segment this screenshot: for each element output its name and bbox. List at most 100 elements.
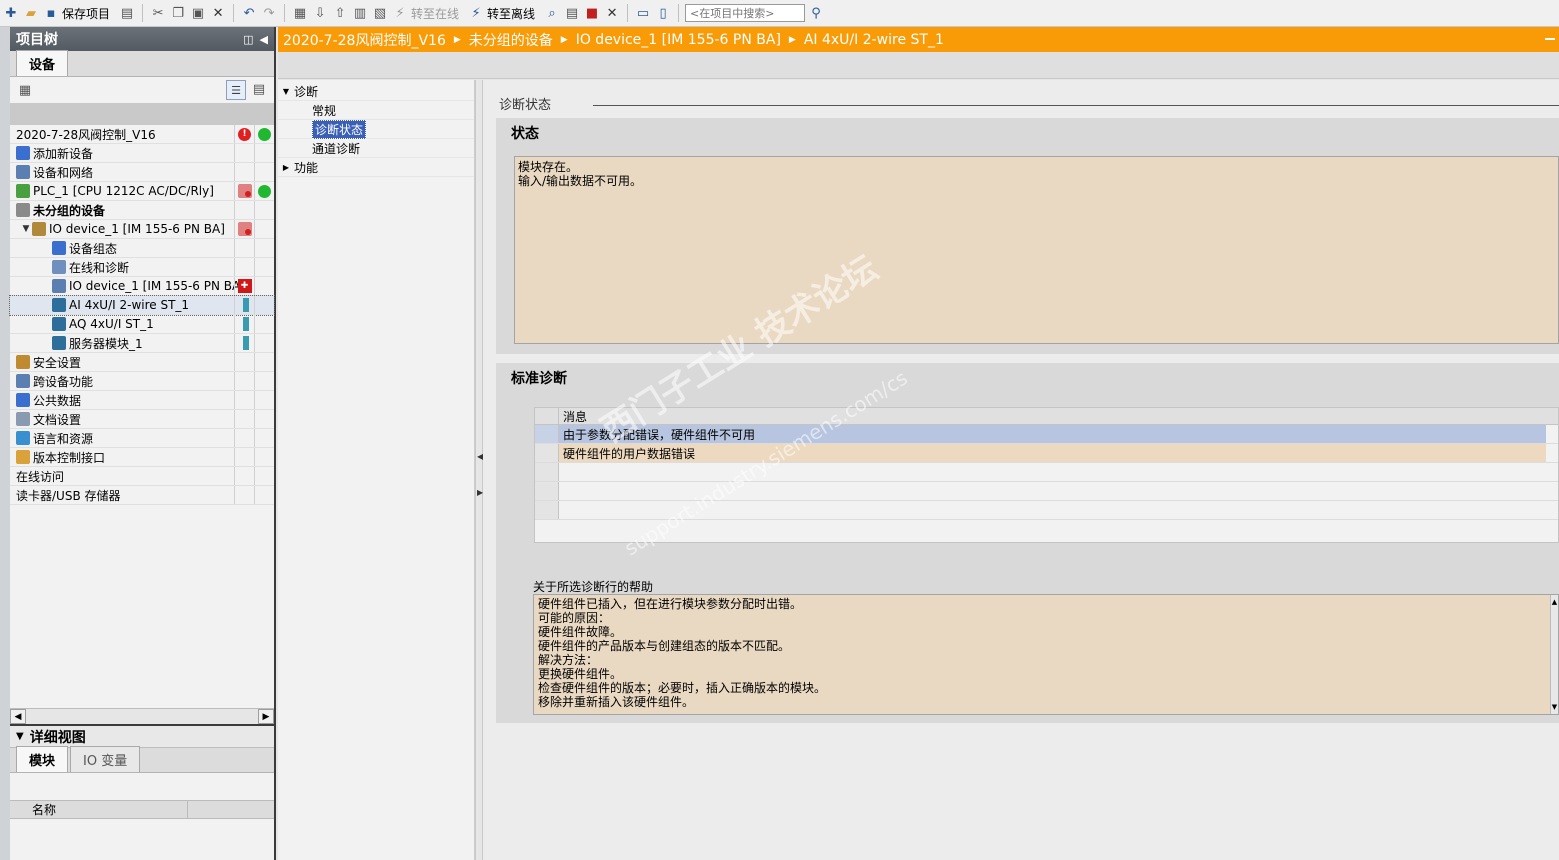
copy-icon[interactable]: ❐ [169,4,187,22]
scroll-left-icon[interactable]: ◀ [10,709,26,724]
go-online-icon[interactable]: ⚡ [391,4,409,22]
module-icon [52,298,66,312]
tree-item-device-config[interactable]: 设备组态 [10,239,274,258]
cut-icon[interactable]: ✂ [149,4,167,22]
tab-module[interactable]: 模块 [16,746,69,772]
tree-settings-icon[interactable]: ▦ [16,81,34,99]
device-error-icon [237,184,252,198]
table-row[interactable] [535,463,1558,482]
tree-details-icon[interactable]: ▤ [250,80,268,98]
download-icon[interactable]: ⇩ [311,4,329,22]
tree-item-aq-module[interactable]: AQ 4xU/I ST_1 [10,315,274,334]
column-message-header[interactable]: 消息 [559,408,587,424]
start-sim-icon[interactable]: ▧ [371,4,389,22]
minimize-icon[interactable] [1545,38,1555,40]
tree-item-io-device-module[interactable]: IO device_1 [IM 155-6 PN BA] ✚ [10,277,274,296]
breadcrumb-item[interactable]: IO device_1 [IM 155-6 PN BA] [576,32,781,48]
tree-item-online-diag[interactable]: 在线和诊断 [10,258,274,277]
tree-item-languages[interactable]: 语言和资源 [10,429,274,448]
scroll-up-icon[interactable]: ▲ [1552,595,1557,609]
go-offline-icon[interactable]: ⚡ [467,4,485,22]
paste-icon[interactable]: ▣ [189,4,207,22]
table-row[interactable] [535,501,1558,520]
tree-item-common-data[interactable]: 公共数据 [10,391,274,410]
tree-item-version-control[interactable]: 版本控制接口 [10,448,274,467]
tree-item-add-device[interactable]: 添加新设备 [10,144,274,163]
redo-icon[interactable]: ↷ [260,4,278,22]
accessible-devices-icon[interactable]: ⌕ [543,4,561,22]
tree-item-project[interactable]: 2020-7-28风阀控制_V16 ! [10,125,274,144]
tree-item-label: 语言和资源 [33,431,94,446]
project-search-input[interactable] [685,4,806,22]
table-row[interactable]: 由于参数分配错误，硬件组件不可用 [535,425,1558,444]
scroll-down-icon[interactable]: ▼ [1552,700,1557,714]
save-project-button[interactable]: 保存项目 [62,5,110,22]
ungrouped-devices-icon [16,203,30,217]
std-diag-group: 标准诊断 消息 由于参数分配错误，硬件组件不可用 硬件组件的用户数据错误 关于所… [496,363,1559,723]
nav-item-functions[interactable]: ▶ 功能 [278,158,474,177]
expand-arrow-icon[interactable]: ▼ [20,224,32,234]
upload-icon[interactable]: ⇧ [331,4,349,22]
chevron-down-icon[interactable]: ▼ [16,731,24,742]
print-icon[interactable]: ▤ [118,4,136,22]
split-horizontal-icon[interactable]: ▭ [634,4,652,22]
tree-item-ungrouped[interactable]: 未分组的设备 [10,201,274,220]
nav-splitter[interactable]: ◀ ▶ [475,80,483,860]
status-textbox[interactable]: 模块存在。 输入/输出数据不可用。 [514,156,1559,344]
tree-item-card-reader[interactable]: 读卡器/USB 存储器 [10,486,274,505]
simulation-icon[interactable]: ▥ [351,4,369,22]
go-offline-button[interactable]: 转至离线 [487,5,535,22]
open-project-icon[interactable]: ▰ [22,4,40,22]
breadcrumb-item[interactable]: AI 4xU/I 2-wire ST_1 [804,32,944,48]
nav-item-diagnostics[interactable]: ▼ 诊断 [278,82,474,101]
detail-view-title-bar[interactable]: ▼ 详细视图 [10,726,274,748]
io-status-icon [242,336,249,350]
tree-item-plc[interactable]: PLC_1 [CPU 1212C AC/DC/Rly] [10,182,274,201]
diag-messages-table: 消息 由于参数分配错误，硬件组件不可用 硬件组件的用户数据错误 [534,407,1559,543]
panel-pin-icon[interactable]: ◫ [243,33,253,46]
compile-icon[interactable]: ▦ [291,4,309,22]
expand-arrow-icon[interactable]: ▼ [278,87,294,96]
tree-item-doc-settings[interactable]: 文档设置 [10,410,274,429]
breadcrumb-item[interactable]: 2020-7-28风阀控制_V16 [283,30,446,50]
go-online-button[interactable]: 转至在线 [411,5,459,22]
tree-item-ai-module[interactable]: AI 4xU/I 2-wire ST_1 [9,295,275,316]
help-line: 移除并重新插入该硬件组件。 [538,695,695,709]
online-diagnostics-icon [52,260,66,274]
tab-devices[interactable]: 设备 [16,50,69,76]
overview-view-icon[interactable]: ☰ [226,80,246,100]
help-scrollbar[interactable]: ▲ ▼ [1550,595,1558,714]
stop-cpu-icon[interactable]: ■ [583,4,601,22]
cross-reference-icon[interactable]: ▤ [563,4,581,22]
close-icon[interactable]: ✕ [603,4,621,22]
table-row[interactable] [535,482,1558,501]
tree-item-io-device[interactable]: ▼ IO device_1 [IM 155-6 PN BA] [10,220,274,239]
tree-item-server-module[interactable]: 服务器模块_1 [10,334,274,353]
collapse-panel-icon[interactable]: ◀ [260,33,268,46]
help-line: 检查硬件组件的版本；必要时，插入正确版本的模块。 [538,681,827,695]
nav-item-general[interactable]: 常规 [278,101,474,120]
nav-item-channel-diag[interactable]: 通道诊断 [278,139,474,158]
tree-item-online-access[interactable]: 在线访问 [10,467,274,486]
delete-icon[interactable]: ✕ [209,4,227,22]
tree-item-cross-device[interactable]: 跨设备功能 [10,372,274,391]
undo-icon[interactable]: ↶ [240,4,258,22]
scroll-right-icon[interactable]: ▶ [258,709,274,724]
nav-item-diag-status[interactable]: 诊断状态 [278,119,474,139]
tree-horizontal-scrollbar[interactable]: ◀ ▶ [10,708,274,724]
section-title: 诊断状态 [499,98,552,113]
save-icon[interactable]: ▪ [42,4,60,22]
split-vertical-icon[interactable]: ▯ [654,4,672,22]
tab-io-variables[interactable]: IO 变量 [70,746,141,772]
tree-item-devices-networks[interactable]: 设备和网络 [10,163,274,182]
expand-arrow-icon[interactable]: ▶ [278,163,294,172]
table-row[interactable]: 硬件组件的用户数据错误 [535,444,1558,463]
new-project-icon[interactable]: ✚ [2,4,20,22]
help-textbox[interactable]: 硬件组件已插入，但在进行模块参数分配时出错。 可能的原因： 硬件组件故障。 硬件… [533,594,1559,715]
breadcrumb-item[interactable]: 未分组的设备 [469,30,553,50]
tree-item-security[interactable]: 安全设置 [10,353,274,372]
search-icon[interactable]: ⚲ [807,4,825,22]
column-name-header[interactable]: 名称 [10,801,188,818]
tree-item-label: IO device_1 [IM 155-6 PN BA] [49,222,225,236]
std-diag-title: 标准诊断 [511,371,567,387]
